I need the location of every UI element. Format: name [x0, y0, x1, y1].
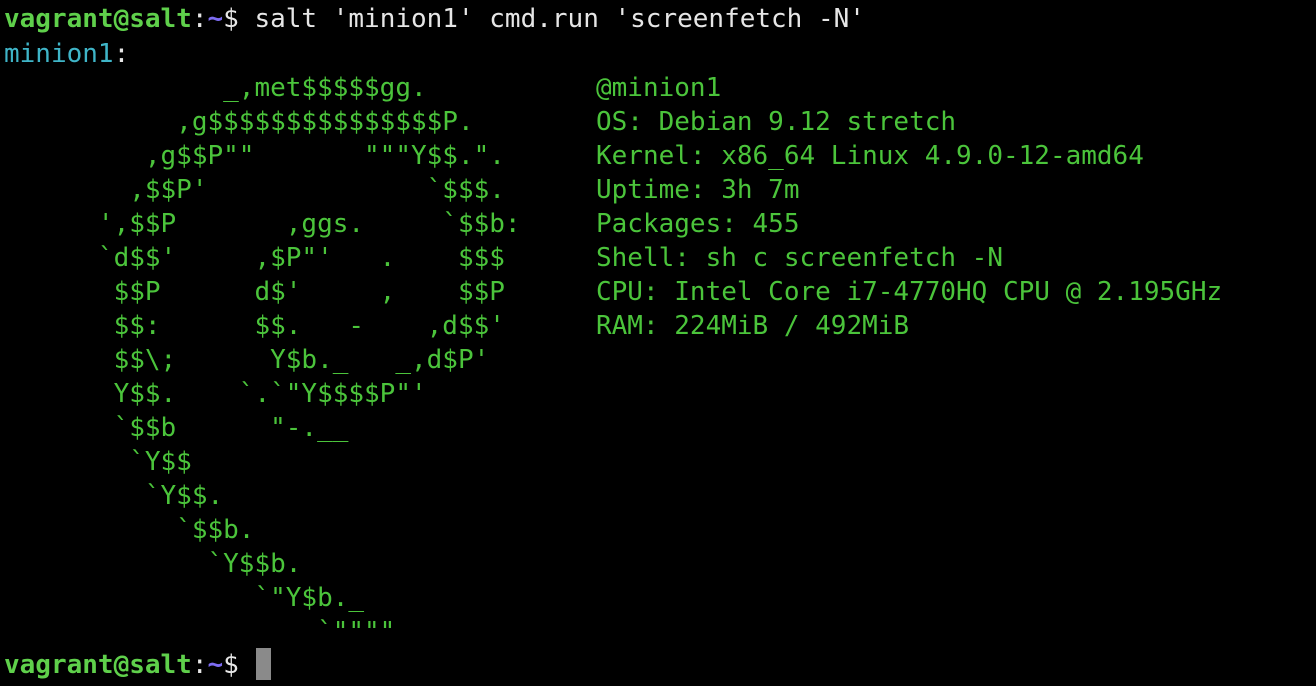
minion-colon: :: [113, 39, 130, 69]
ascii-art-line: `Y$$.: [4, 481, 224, 511]
system-info-line: CPU: Intel Core i7-4770HQ CPU @ 2.195GHz: [596, 277, 1223, 307]
system-info-line: OS: Debian 9.12 stretch: [596, 107, 957, 137]
prompt-path: ~: [207, 4, 224, 34]
command-prompt-line: vagrant@salt:~$ salt 'minion1' cmd.run '…: [4, 2, 865, 36]
ascii-art-line: $$P d$' , $$P: [4, 277, 505, 307]
ascii-art-line: ,$$P' `$$$.: [4, 175, 505, 205]
ascii-art-line: `d$$' ,$P"' . $$$: [4, 243, 505, 273]
ascii-art-line: $$\; Y$b._ _,d$P': [4, 345, 490, 375]
ascii-art-line: `"""": [4, 617, 396, 647]
system-info-line: @minion1: [596, 73, 722, 103]
prompt-path: ~: [207, 650, 224, 680]
system-info-line: Uptime: 3h 7m: [596, 175, 800, 205]
ascii-art-line: `Y$$b.: [4, 549, 302, 579]
prompt-colon: :: [191, 650, 208, 680]
system-info-line: Shell: sh c screenfetch -N: [596, 243, 1003, 273]
ascii-art-line: `Y$$: [4, 447, 192, 477]
ascii-art-line: `$$b "-.__: [4, 413, 349, 443]
prompt-user-host: vagrant@salt: [4, 650, 192, 680]
ascii-art-line: Y$$. `.`"Y$$$$P"': [4, 379, 427, 409]
ascii-art-line: `$$b.: [4, 515, 255, 545]
minion-header-line: minion1:: [4, 37, 129, 71]
ascii-art-line: ',$$P ,ggs. `$$b:: [4, 209, 521, 239]
ascii-art-line: ,g$$$$$$$$$$$$$$$P.: [4, 107, 474, 137]
ascii-art-line: `"Y$b._: [4, 583, 365, 613]
system-info-line: Packages: 455: [596, 209, 800, 239]
prompt-dollar: $: [223, 650, 255, 680]
prompt-colon: :: [191, 4, 208, 34]
system-info-line: RAM: 224MiB / 492MiB: [596, 311, 910, 341]
entered-command: salt 'minion1' cmd.run 'screenfetch -N': [254, 4, 865, 34]
active-prompt-line[interactable]: vagrant@salt:~$: [4, 648, 272, 682]
ascii-art-line: ,g$$P"" """Y$$.".: [4, 141, 505, 171]
terminal-window[interactable]: vagrant@salt:~$ salt 'minion1' cmd.run '…: [0, 0, 1316, 686]
prompt-user-host: vagrant@salt: [4, 4, 192, 34]
text-cursor: [256, 648, 272, 680]
system-info-line: Kernel: x86_64 Linux 4.9.0-12-amd64: [596, 141, 1144, 171]
minion-label: minion1: [4, 39, 114, 69]
ascii-art-line: _,met$$$$$gg.: [4, 73, 427, 103]
ascii-art-line: $$: $$. - ,d$$': [4, 311, 505, 341]
prompt-dollar: $: [223, 4, 255, 34]
